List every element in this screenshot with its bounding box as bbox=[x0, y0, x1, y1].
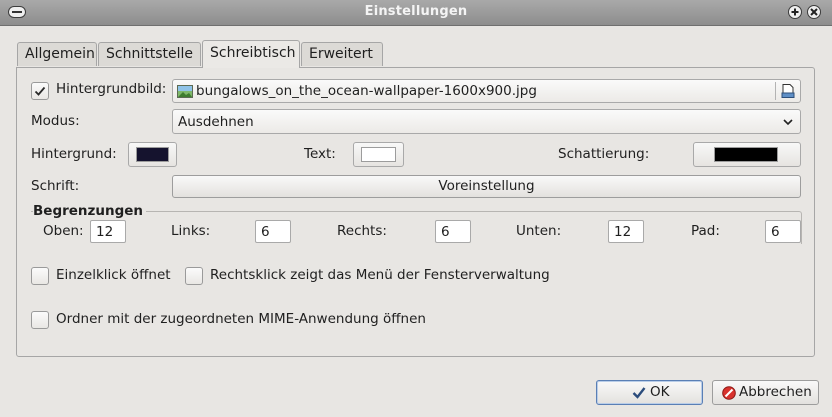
tab-label: Schreibtisch bbox=[210, 45, 296, 61]
margins-group-title: Begrenzungen bbox=[33, 203, 147, 219]
text-color-button[interactable] bbox=[353, 142, 404, 167]
chevron-down-icon bbox=[783, 119, 793, 126]
close-icon bbox=[810, 8, 818, 16]
margin-bottom-label: Unten: bbox=[516, 223, 562, 239]
open-folder-mime-checkbox[interactable] bbox=[31, 311, 49, 329]
margin-bottom-input[interactable]: 12 bbox=[608, 220, 644, 243]
open-folder-mime-label: Ordner mit der zugeordneten MIME-Anwendu… bbox=[56, 311, 426, 327]
cancel-button[interactable]: Abbrechen bbox=[712, 380, 819, 405]
margins-group-frame bbox=[31, 211, 802, 244]
mode-select[interactable]: Ausdehnen bbox=[172, 109, 801, 134]
pad-input[interactable]: 6 bbox=[765, 220, 801, 243]
text-color-swatch bbox=[361, 147, 396, 162]
background-color-label: Hintergrund: bbox=[31, 146, 117, 162]
mode-value: Ausdehnen bbox=[178, 114, 254, 130]
right-click-menu-label: Rechtsklick zeigt das Menü der Fensterve… bbox=[210, 267, 550, 283]
tab-erweitert[interactable]: Erweitert bbox=[301, 42, 383, 66]
single-click-checkbox[interactable] bbox=[31, 267, 49, 285]
background-color-swatch bbox=[136, 147, 169, 162]
plus-icon bbox=[791, 8, 799, 16]
single-click-label: Einzelklick öffnet bbox=[56, 267, 171, 283]
checkmark-icon bbox=[632, 387, 646, 399]
font-label: Schrift: bbox=[31, 178, 80, 194]
shadow-color-swatch bbox=[714, 147, 778, 162]
text-color-label: Text: bbox=[304, 146, 336, 162]
window-title: Einstellungen bbox=[364, 4, 468, 19]
tab-label: Erweitert bbox=[309, 46, 373, 62]
font-value: Voreinstellung bbox=[438, 178, 535, 194]
ok-label: OK bbox=[650, 384, 670, 400]
wallpaper-file-name: bungalows_on_the_ocean-wallpaper-1600x90… bbox=[196, 83, 537, 99]
font-button[interactable]: Voreinstellung bbox=[172, 175, 801, 198]
checkmark-icon bbox=[34, 86, 46, 96]
tab-allgemein[interactable]: Allgemein bbox=[17, 42, 97, 66]
maximize-button[interactable] bbox=[788, 5, 802, 19]
open-file-icon bbox=[781, 84, 795, 98]
close-button[interactable] bbox=[807, 5, 821, 19]
margin-left-label: Links: bbox=[171, 223, 211, 239]
margin-bottom-value: 12 bbox=[614, 224, 632, 240]
wallpaper-checkbox[interactable] bbox=[31, 82, 49, 100]
mode-label: Modus: bbox=[31, 113, 80, 129]
background-color-button[interactable] bbox=[128, 142, 177, 167]
margin-right-input[interactable]: 6 bbox=[435, 220, 471, 243]
wallpaper-label: Hintergrundbild: bbox=[56, 81, 167, 97]
margin-right-label: Rechts: bbox=[337, 223, 387, 239]
margin-left-input[interactable]: 6 bbox=[255, 220, 291, 243]
separator bbox=[775, 82, 776, 100]
right-click-menu-checkbox[interactable] bbox=[185, 267, 203, 285]
tab-label: Allgemein bbox=[25, 46, 95, 62]
pad-label: Pad: bbox=[691, 223, 720, 239]
ok-button[interactable]: OK bbox=[596, 380, 703, 405]
pad-value: 6 bbox=[771, 224, 780, 240]
shadow-color-button[interactable] bbox=[693, 142, 801, 167]
margin-top-label: Oben: bbox=[43, 223, 84, 239]
tab-schreibtisch[interactable]: Schreibtisch bbox=[202, 40, 300, 68]
tab-label: Schnittstelle bbox=[106, 46, 193, 62]
margin-top-input[interactable]: 12 bbox=[90, 220, 126, 243]
margin-top-value: 12 bbox=[96, 224, 114, 240]
margin-right-value: 6 bbox=[441, 224, 450, 240]
title-bar: Einstellungen bbox=[0, 0, 832, 26]
shadow-color-label: Schattierung: bbox=[558, 146, 650, 162]
margin-left-value: 6 bbox=[261, 224, 270, 240]
wallpaper-file-chooser[interactable]: bungalows_on_the_ocean-wallpaper-1600x90… bbox=[172, 79, 801, 103]
image-file-icon bbox=[177, 85, 193, 98]
cancel-label: Abbrechen bbox=[739, 384, 812, 400]
cancel-icon bbox=[722, 386, 736, 400]
tab-schnittstelle[interactable]: Schnittstelle bbox=[98, 42, 201, 66]
